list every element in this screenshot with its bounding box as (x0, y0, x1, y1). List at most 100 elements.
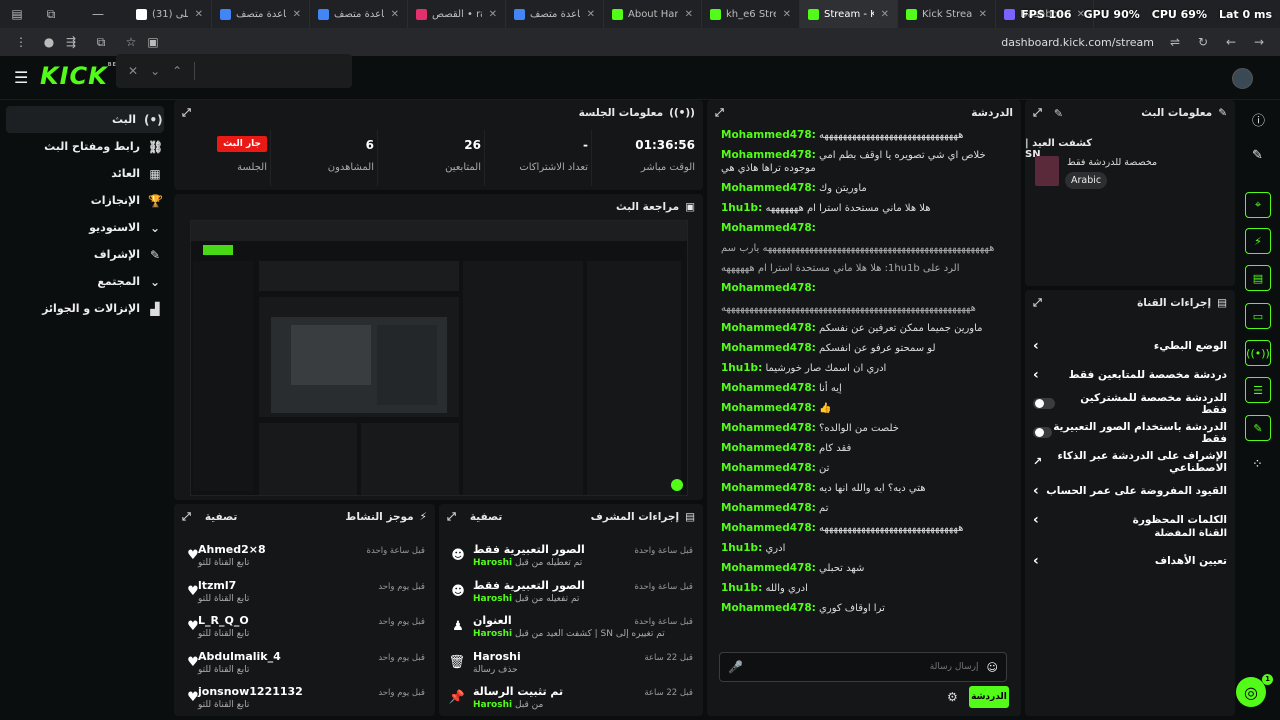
browser-tab[interactable]: مساعدة متصف ✕ (212, 0, 310, 28)
expand-icon[interactable]: ⤢ (447, 510, 456, 524)
external-link-icon[interactable]: ↗ (1033, 455, 1042, 468)
activity-item[interactable]: Ahmed2×8 تابع القناة للتو قبل ساعة واحدة ♥ (174, 538, 435, 574)
browser-tab[interactable]: القصص • ram ✕ (408, 0, 506, 28)
mic-icon[interactable]: 🎤 (728, 660, 743, 674)
chat-message[interactable]: 1hu1b: ادري ان اسمك صار خورشيما (707, 359, 1021, 379)
avatar[interactable] (1232, 68, 1253, 89)
chat-message[interactable]: Mohammed478: هتي ديه؟ ايه والله انها ديه (707, 479, 1021, 499)
activity-item[interactable]: jonsnow1221132 تابع القناة للتو قبل يوم وا… (174, 680, 435, 716)
url-text[interactable]: dashboard.kick.com/stream (1001, 36, 1154, 49)
moderator-name[interactable]: Haroshi (473, 558, 512, 568)
back-icon[interactable]: ← (1220, 35, 1242, 49)
expand-icon[interactable]: ⤢ (1033, 296, 1042, 310)
chat-username[interactable]: Mohammed478: (721, 182, 816, 194)
chat-username[interactable]: Mohammed478: (721, 502, 816, 514)
kick-logo[interactable]: KICKBETA (40, 62, 126, 90)
sidebar-item[interactable]: ⌄ المجتمع (0, 268, 172, 295)
chat-username[interactable]: 1hu1b: (721, 582, 762, 594)
chat-message[interactable]: Mohammed478: ههههههههههههههههههههههههههه… (707, 519, 1021, 539)
mod-action-item[interactable]: العنوان تم تغييره إلى SN | كشفت العيد من … (439, 609, 703, 645)
mod-action-item[interactable]: تم تثبيت الرسالة من قبل Haroshi قبل 22 ساع… (439, 680, 703, 716)
expand-icon[interactable]: ⤢ (1033, 106, 1042, 120)
sidebar-item[interactable]: 🏆 الإنجازات (0, 187, 172, 214)
chat-message[interactable]: Mohammed478: لو سمحتو عرفو عن انفسكم (707, 339, 1021, 359)
browser-tab[interactable]: About Harosh ✕ (604, 0, 702, 28)
sidebar-item[interactable]: ⛓ رابط ومفتاح البث (0, 133, 172, 160)
info-icon[interactable]: ⓘ (1252, 110, 1265, 129)
chat-message[interactable]: 1hu1b: هلا هلا ماني مستحدة استرا ام هههه… (707, 199, 1021, 219)
chat-username[interactable]: Mohammed478: (721, 402, 816, 414)
chat-username[interactable]: Mohammed478: (721, 322, 816, 334)
chat-username[interactable]: Mohammed478: (721, 522, 816, 534)
window-menu-icon[interactable]: ▤ (0, 7, 34, 21)
browser-tab[interactable]: Stream - K ✕ (800, 0, 898, 28)
reload-icon[interactable]: ↻ (1192, 35, 1214, 49)
channel-action[interactable]: الوضع البطيء › (1025, 331, 1235, 360)
browser-tab[interactable]: kh_e6 Stream ✕ (702, 0, 800, 28)
chat-message[interactable]: Mohammed478: ترا اوقاف كوري (707, 599, 1021, 619)
wrench-button[interactable]: ✎ (1245, 415, 1271, 441)
chat-message[interactable]: 1hu1b: ادري والله (707, 579, 1021, 599)
emoji-icon[interactable]: ☺ (987, 661, 998, 674)
close-icon[interactable]: ✕ (195, 9, 203, 20)
chat-username[interactable]: 1hu1b: (721, 542, 762, 554)
dots-icon[interactable]: ⁘ (1252, 457, 1263, 472)
sidebar-item[interactable]: ✎ الإشراف (0, 241, 172, 268)
chat-message[interactable]: هههههههههههههههههههههههههههههههههههههههه… (707, 299, 1021, 319)
clip-button[interactable]: ⌖ (1245, 192, 1271, 218)
chat-username[interactable]: Mohammed478: (721, 282, 816, 294)
chat-username[interactable]: Mohammed478: (721, 382, 816, 394)
chat-message[interactable]: Mohammed478: (707, 219, 1021, 239)
window-icon[interactable]: ⧉ (34, 7, 68, 22)
channel-action[interactable]: الدردشة مخصصة للمشتركين فقط (1025, 389, 1235, 418)
close-icon[interactable]: ✕ (587, 9, 595, 20)
activity-filter[interactable]: تصفية (205, 511, 238, 523)
mod-action-item[interactable]: Haroshi حذف رسالة قبل 22 ساعة 🗑 (439, 645, 703, 681)
chat-username[interactable]: Mohammed478: (721, 149, 816, 161)
pencil-icon[interactable]: ✎ (1218, 107, 1227, 119)
chat-message[interactable]: Mohammed478: ههههههههههههههههههههههههههه… (707, 126, 1021, 146)
page-action-icon[interactable]: ⇌ (1164, 35, 1186, 49)
pencil-icon[interactable]: ✎ (1252, 148, 1263, 163)
chat-message[interactable]: الرد على 1hu1b: هلا هلا ماني مستحدة استر… (707, 259, 1021, 279)
chevron-down-icon[interactable]: ⌄ (150, 64, 160, 78)
chat-button[interactable]: ▭ (1245, 303, 1271, 329)
broadcast-button[interactable]: ((•)) (1245, 340, 1271, 366)
close-icon[interactable]: ✕ (128, 64, 138, 78)
tabs-icon[interactable]: ⧉ (90, 35, 112, 50)
browser-tab[interactable]: Kick Streaming ✕ (898, 0, 996, 28)
mod-action-item[interactable]: الصور التعبيرية فقط تم تفعيله من قبل Haro… (439, 574, 703, 610)
chat-message[interactable]: Mohammed478: تن (707, 459, 1021, 479)
browser-tab[interactable]: مساعدة متصف ✕ (506, 0, 604, 28)
bolt-button[interactable]: ⚡ (1245, 228, 1271, 254)
chat-message[interactable]: Mohammed478: شهد تحبلي (707, 559, 1021, 579)
chat-username[interactable]: Mohammed478: (721, 342, 816, 354)
chat-username[interactable]: Mohammed478: (721, 422, 816, 434)
close-icon[interactable]: ✕ (489, 9, 497, 20)
layout-button[interactable]: ☰ (1245, 377, 1271, 403)
close-icon[interactable]: ✕ (293, 9, 301, 20)
chat-message[interactable]: 1hu1b: ادري (707, 539, 1021, 559)
chat-username[interactable]: 1hu1b: (721, 362, 762, 374)
chat-message[interactable]: Mohammed478: 👍 (707, 399, 1021, 419)
sidebar-item[interactable]: ▟ الإنزالات و الجوائز (0, 295, 172, 322)
extension-icon[interactable]: ● (38, 35, 60, 49)
stream-preview-video[interactable] (190, 220, 688, 496)
close-icon[interactable]: ✕ (881, 9, 889, 20)
expand-icon[interactable]: ⤢ (182, 510, 191, 524)
chevron-up-icon[interactable]: ⌃ (172, 64, 182, 78)
chat-username[interactable]: Mohammed478: (721, 222, 816, 234)
forward-icon[interactable]: → (1248, 35, 1270, 49)
send-button[interactable]: الدردشة (969, 686, 1009, 708)
chat-username[interactable]: 1hu1b: (721, 202, 762, 214)
chat-username[interactable]: Mohammed478: (721, 482, 816, 494)
channel-action[interactable]: دردشة مخصصة للمتابعين فقط › (1025, 360, 1235, 389)
chat-username[interactable]: Mohammed478: (721, 442, 816, 454)
expand-icon[interactable]: ⤢ (182, 106, 191, 120)
chat-message[interactable]: Mohammed478: خلاص اي شي تصويره يا اوقف ب… (707, 146, 1021, 179)
chat-message[interactable]: Mohammed478: إيه أنا (707, 379, 1021, 399)
mod-action-item[interactable]: الصور التعبيرية فقط تم تعطيله من قبل Haro… (439, 538, 703, 574)
channel-action[interactable]: الإشراف على الدردشة عبر الذكاء الاصطناعي… (1025, 447, 1235, 476)
chat-message[interactable]: هههههههههههههههههههههههههههههههههههههههه… (707, 239, 1021, 259)
moderator-name[interactable]: Haroshi (473, 700, 512, 710)
